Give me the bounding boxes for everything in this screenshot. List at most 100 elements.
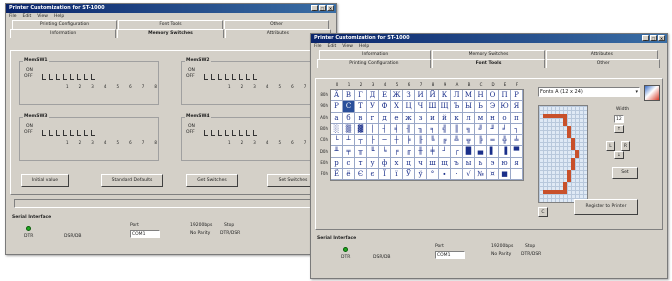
front-window-titlebar[interactable]: Printer Customization for ST-1000 _ □ × <box>311 34 667 43</box>
char-cell[interactable]: л <box>463 112 475 124</box>
memsw4-switches[interactable] <box>204 130 257 136</box>
char-cell[interactable]: у <box>367 157 379 170</box>
char-cell[interactable]: Ж <box>391 90 403 102</box>
char-cell[interactable]: Ц <box>403 101 415 113</box>
char-cell[interactable]: Х <box>391 101 403 113</box>
minimize-icon[interactable]: _ <box>642 35 649 41</box>
char-cell[interactable]: ╦ <box>463 135 475 147</box>
back-port-field[interactable]: COM1 <box>130 230 160 238</box>
char-cell[interactable]: а <box>331 112 343 124</box>
char-cell[interactable]: ╕ <box>427 123 439 136</box>
char-cell[interactable]: ° <box>427 169 439 181</box>
move-left-button[interactable]: L <box>606 141 615 151</box>
char-cell[interactable]: И <box>415 90 427 102</box>
maximize-icon[interactable]: □ <box>650 35 657 41</box>
char-cell[interactable]: ╢ <box>403 123 415 136</box>
char-cell[interactable]: Ё <box>331 169 343 181</box>
char-cell[interactable]: ▌ <box>487 146 499 158</box>
front-port-field[interactable]: COM1 <box>435 251 465 259</box>
width-field[interactable]: 12 <box>614 115 624 123</box>
char-cell[interactable]: ┐ <box>511 123 523 136</box>
menu-file[interactable]: File <box>9 13 17 20</box>
back-window-titlebar[interactable]: Printer Customization for ST-1000 _ □ × <box>6 4 336 13</box>
char-cell[interactable]: б <box>343 112 355 124</box>
char-cell[interactable]: З <box>403 90 415 102</box>
char-cell[interactable]: ├ <box>367 135 379 147</box>
char-cell[interactable]: Э <box>487 101 499 113</box>
tab-attributes[interactable]: Attributes <box>545 50 658 59</box>
char-cell[interactable]: М <box>463 90 475 102</box>
font-select[interactable]: Fonts A (12 x 24) ▾ <box>538 87 640 97</box>
char-cell[interactable]: ъ <box>451 157 463 170</box>
char-cell[interactable]: г <box>367 112 379 124</box>
char-cell[interactable]: √ <box>463 169 475 181</box>
char-cell[interactable]: ▓ <box>355 123 367 136</box>
memsw1-switches[interactable] <box>42 74 95 80</box>
close-icon[interactable]: × <box>327 5 334 11</box>
char-cell[interactable]: ∙ <box>439 169 451 181</box>
scroll-up-button[interactable]: ↑ <box>614 125 624 133</box>
char-cell[interactable]: ■ <box>499 169 511 181</box>
char-cell[interactable]: ╩ <box>451 135 463 147</box>
char-cell[interactable]: К <box>439 90 451 102</box>
char-cell[interactable]: У <box>367 101 379 113</box>
tab-other[interactable]: Other <box>546 59 661 68</box>
char-cell[interactable]: ╥ <box>355 146 367 158</box>
char-cell[interactable]: ╝ <box>475 123 487 136</box>
tab-information[interactable]: Information <box>10 29 117 38</box>
char-cell[interactable]: н <box>487 112 499 124</box>
char-cell[interactable]: ё <box>343 169 355 181</box>
char-cell[interactable]: к <box>451 112 463 124</box>
tab-printing-configuration[interactable]: Printing Configuration <box>317 59 431 68</box>
char-cell[interactable]: я <box>511 157 523 170</box>
char-cell[interactable]: Щ <box>439 101 451 113</box>
char-cell[interactable]: Ў <box>403 169 415 181</box>
char-cell[interactable]: ╖ <box>415 123 427 136</box>
char-cell[interactable]: й <box>439 112 451 124</box>
char-cell[interactable]: ═ <box>487 135 499 147</box>
char-cell[interactable]: о <box>499 112 511 124</box>
char-cell[interactable]: ╗ <box>463 123 475 136</box>
char-cell[interactable]: ╡ <box>391 123 403 136</box>
char-cell[interactable]: П <box>499 90 511 102</box>
char-cell[interactable]: │ <box>367 123 379 136</box>
glyph-editor[interactable] <box>538 105 588 203</box>
tab-information[interactable]: Information <box>319 50 432 59</box>
tab-font-tools[interactable]: Font Tools <box>118 20 223 29</box>
char-cell[interactable]: B <box>343 90 355 102</box>
char-cell[interactable] <box>511 169 523 181</box>
char-cell[interactable]: └ <box>331 135 343 147</box>
char-cell[interactable]: ╛ <box>499 123 511 136</box>
tab-other[interactable]: Other <box>224 20 329 29</box>
char-cell[interactable]: · <box>451 169 463 181</box>
char-cell[interactable]: ▄ <box>475 146 487 158</box>
char-cell[interactable]: ы <box>463 157 475 170</box>
char-cell[interactable]: Ч <box>415 101 427 113</box>
char-cell[interactable]: Г <box>355 90 367 102</box>
char-cell[interactable]: ╧ <box>511 135 523 147</box>
char-cell[interactable]: ╬ <box>499 135 511 147</box>
character-grid[interactable]: ÄBГДЕЖЗИЙКЛМНОПРРСТУФХЦЧШЩЪЫЬЭЮЯабвгдежз… <box>330 89 524 182</box>
scroll-down-button[interactable]: ↓ <box>614 151 624 159</box>
menu-edit[interactable]: Edit <box>23 13 32 20</box>
char-cell[interactable]: ╠ <box>475 135 487 147</box>
char-cell[interactable]: е <box>391 112 403 124</box>
char-cell[interactable]: Є <box>355 169 367 181</box>
char-cell[interactable]: ї <box>391 169 403 181</box>
char-cell[interactable]: ў <box>415 169 427 181</box>
char-cell[interactable]: д <box>379 112 391 124</box>
standard-defaults-button[interactable]: Standard Defaults <box>101 174 163 187</box>
char-cell[interactable]: ┘ <box>439 146 451 158</box>
char-cell[interactable]: х <box>391 157 403 170</box>
char-cell[interactable]: Я <box>511 101 523 113</box>
char-cell[interactable]: ╨ <box>331 146 343 158</box>
char-cell[interactable]: № <box>475 169 487 181</box>
char-cell[interactable]: ┼ <box>391 135 403 147</box>
char-cell[interactable]: ╓ <box>403 146 415 158</box>
char-cell[interactable]: в <box>355 112 367 124</box>
clear-button[interactable]: C <box>538 207 548 217</box>
char-cell[interactable]: С <box>343 101 355 113</box>
char-cell[interactable]: р <box>331 157 343 170</box>
char-cell[interactable]: ╤ <box>343 146 355 158</box>
char-cell[interactable]: Т <box>355 101 367 113</box>
